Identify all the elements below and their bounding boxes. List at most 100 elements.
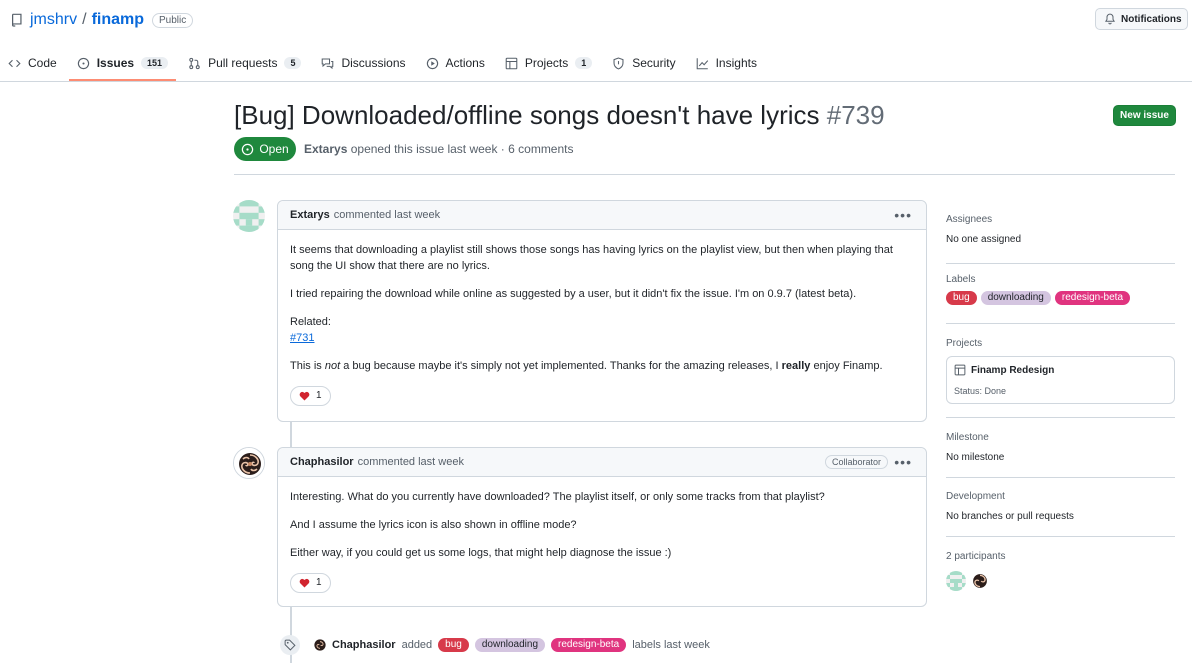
label-bug[interactable]: bug [438,638,469,652]
spiral-avatar [234,448,264,478]
table-icon [954,364,966,376]
event-actor[interactable]: Chaphasilor [332,639,396,651]
label-downloading[interactable]: downloading [474,638,546,652]
code-icon [8,59,21,67]
project-card[interactable]: Finamp Redesign Status: Done [946,356,1175,404]
tab-label: Security [632,56,676,70]
issue-state-row: Open Extarys opened this issue last week… [234,137,574,161]
tab-discussions[interactable]: Discussions [313,50,413,76]
repo-tabs: Code Issues 151 Pull requests 5 Discussi… [0,50,769,82]
strong-text: really [781,360,811,372]
tag-icon [280,635,300,655]
sidebar-projects[interactable]: Projects Finamp Redesign Status: Done [946,338,1175,404]
comment-chaphasilor: Chaphasilor commented last week Collabor… [277,447,927,607]
comment-author[interactable]: Extarys [290,209,330,221]
repo-name-link[interactable]: finamp [92,11,144,29]
heart-reaction-button[interactable]: 1 [290,573,331,593]
visibility-badge: Public [152,12,194,28]
avatar-chaphasilor[interactable] [233,447,265,479]
comment-header: Extarys commented last week ••• [278,201,926,230]
sidebar-divider [946,263,1175,264]
tab-issues[interactable]: Issues 151 [68,50,177,81]
project-name: Finamp Redesign [971,364,1055,376]
labels-list: bug downloading redesign-beta [946,291,1175,305]
comment-paragraph: Related: #731 [290,314,914,346]
issue-icon [77,57,89,69]
sidebar-divider [946,323,1175,324]
label-redesign-beta[interactable]: redesign-beta [1054,291,1131,305]
tab-code[interactable]: Code [0,50,65,76]
milestone-value: No milestone [946,452,1005,463]
related-issue-link[interactable]: #731 [290,332,314,344]
comment-timestamp[interactable]: commented last week [358,456,464,468]
issue-author-link[interactable]: Extarys [304,142,347,156]
sidebar-assignees[interactable]: Assignees No one assigned [946,214,1175,245]
heart-icon [299,391,310,401]
sidebar-milestone[interactable]: Milestone No milestone [946,432,1175,463]
tab-label: Discussions [341,56,406,70]
sidebar-participants: 2 participants [946,551,1175,591]
comment-paragraph: It seems that downloading a playlist sti… [290,244,893,272]
related-label: Related: [290,316,331,328]
identicon-avatar [233,200,265,232]
assignees-value: No one assigned [946,234,1022,245]
tab-label: Issues [96,56,135,70]
repo-icon [12,13,22,27]
repo-owner-link[interactable]: jmshrv [30,11,77,29]
development-value: No branches or pull requests [946,511,1074,522]
notifications-button[interactable]: Notifications [1095,8,1188,30]
new-issue-button[interactable]: New issue [1113,105,1176,126]
sidebar-development[interactable]: Development No branches or pull requests [946,491,1175,522]
notifications-label: Notifications [1121,13,1182,25]
comment-paragraph: I tried repairing the download while onl… [290,288,857,300]
pull-requests-count: 5 [284,57,302,69]
label-bug[interactable]: bug [946,291,977,305]
heart-reaction-button[interactable]: 1 [290,386,331,406]
tab-label: Projects [524,56,569,70]
sidebar-divider [946,536,1175,537]
sidebar-heading: Assignees [946,214,993,225]
state-badge: Open [234,137,296,161]
comment-header: Chaphasilor commented last week Collabor… [278,448,926,477]
comment-body: Interesting. What do you currently have … [278,477,926,601]
label-event: Chaphasilor added bug downloading redesi… [280,635,710,655]
participants-list [946,571,1175,591]
tab-label: Pull requests [208,56,278,70]
issue-meta: Extarys opened this issue last week · 6 … [304,142,574,156]
event-actor-avatar[interactable] [314,639,326,651]
sidebar-labels[interactable]: Labels bug downloading redesign-beta [946,274,1175,305]
pull-request-icon [189,57,200,69]
kebab-menu-icon[interactable]: ••• [894,207,912,223]
comment-paragraph: This is not a bug because maybe it's sim… [290,358,914,374]
comment-body: It seems that downloading a playlist sti… [278,230,926,414]
kebab-menu-icon[interactable]: ••• [894,454,912,470]
tab-actions[interactable]: Actions [418,50,493,76]
event-suffix: labels last week [632,639,710,651]
avatar-extarys[interactable] [233,200,265,232]
label-downloading[interactable]: downloading [980,291,1051,305]
tab-pull-requests[interactable]: Pull requests 5 [180,50,309,76]
graph-icon [696,57,708,69]
project-status: Status: Done [954,386,1007,396]
issue-open-icon [242,143,254,155]
comment-paragraph: And I assume the lyrics icon is also sho… [290,519,577,531]
sidebar-divider [946,417,1175,418]
tab-insights[interactable]: Insights [688,50,765,76]
participant-avatar-chaphasilor[interactable] [970,571,990,591]
comment-author[interactable]: Chaphasilor [290,456,354,468]
issue-number: #739 [826,100,885,130]
project-name-row: Finamp Redesign [954,364,1167,376]
label-redesign-beta[interactable]: redesign-beta [551,638,627,652]
sidebar-heading: Projects [946,338,983,349]
participant-avatar-extarys[interactable] [946,571,966,591]
comment-extarys: Extarys commented last week ••• It seems… [277,200,927,422]
comment-timestamp[interactable]: commented last week [334,209,440,221]
discussions-icon [322,58,334,69]
issue-opened-text: opened this issue last week · 6 comments [350,142,574,156]
tab-security[interactable]: Security [604,50,683,76]
event-verb: added [401,639,433,651]
sidebar-heading: Milestone [946,432,989,443]
tab-projects[interactable]: Projects 1 [497,50,600,76]
projects-count: 1 [575,57,593,69]
sidebar-heading: 2 participants [946,551,1006,562]
